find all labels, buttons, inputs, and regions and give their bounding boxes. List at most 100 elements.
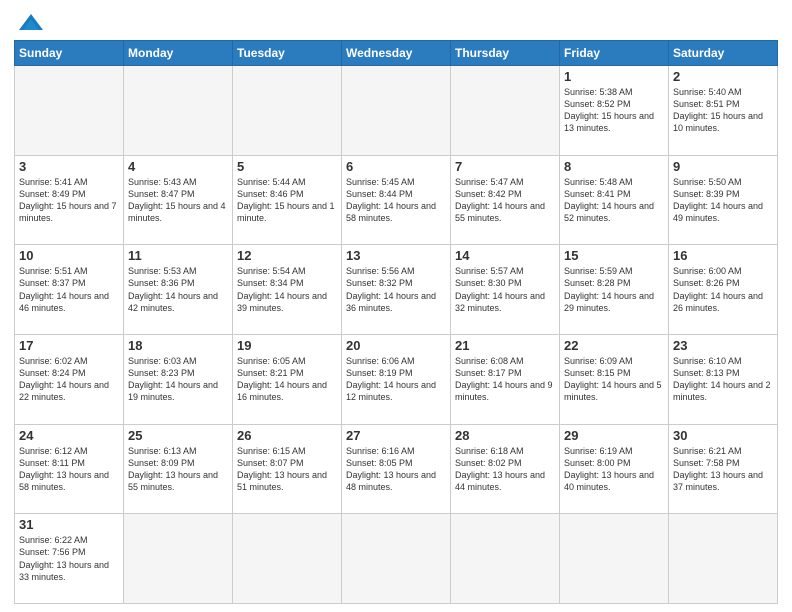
calendar-cell: 28Sunrise: 6:18 AM Sunset: 8:02 PM Dayli… <box>451 424 560 514</box>
weekday-header-tuesday: Tuesday <box>233 41 342 66</box>
calendar-cell: 3 Sunrise: 5:41 AM Sunset: 8:49 PM Daylig… <box>15 155 124 245</box>
day-info: Sunrise: 5:44 AM Sunset: 8:46 PM Dayligh… <box>237 176 337 225</box>
day-info: Sunrise: 5:43 AM Sunset: 8:47 PM Dayligh… <box>128 176 228 225</box>
day-number: 12 <box>237 248 337 263</box>
calendar-cell: 15 Sunrise: 5:59 AM Sunset: 8:28 PM Dayli… <box>560 245 669 335</box>
weekday-header-friday: Friday <box>560 41 669 66</box>
day-info: Sunrise: 6:03 AM Sunset: 8:23 PM Dayligh… <box>128 355 228 404</box>
day-info: Sunrise: 6:08 AM Sunset: 8:17 PM Dayligh… <box>455 355 555 404</box>
logo-icon <box>17 12 45 34</box>
calendar-cell: 22Sunrise: 6:09 AM Sunset: 8:15 PM Dayli… <box>560 334 669 424</box>
calendar-cell: 10 Sunrise: 5:51 AM Sunset: 8:37 PM Dayli… <box>15 245 124 335</box>
calendar-cell: 13 Sunrise: 5:56 AM Sunset: 8:32 PM Dayli… <box>342 245 451 335</box>
day-info: Sunrise: 6:05 AM Sunset: 8:21 PM Dayligh… <box>237 355 337 404</box>
day-number: 16 <box>673 248 773 263</box>
calendar-cell <box>669 514 778 604</box>
day-info: Sunrise: 5:41 AM Sunset: 8:49 PM Dayligh… <box>19 176 119 225</box>
day-info: Sunrise: 6:13 AM Sunset: 8:09 PM Dayligh… <box>128 445 228 494</box>
day-number: 11 <box>128 248 228 263</box>
calendar-cell: 18 Sunrise: 6:03 AM Sunset: 8:23 PM Dayli… <box>124 334 233 424</box>
day-number: 14 <box>455 248 555 263</box>
day-number: 1 <box>564 69 664 84</box>
day-number: 6 <box>346 159 446 174</box>
day-info: Sunrise: 5:57 AM Sunset: 8:30 PM Dayligh… <box>455 265 555 314</box>
calendar-cell <box>15 66 124 156</box>
calendar-cell <box>233 514 342 604</box>
day-info: Sunrise: 6:21 AM Sunset: 7:58 PM Dayligh… <box>673 445 773 494</box>
day-number: 25 <box>128 428 228 443</box>
weekday-header-wednesday: Wednesday <box>342 41 451 66</box>
day-number: 28 <box>455 428 555 443</box>
weekday-header-saturday: Saturday <box>669 41 778 66</box>
calendar-cell: 12 Sunrise: 5:54 AM Sunset: 8:34 PM Dayli… <box>233 245 342 335</box>
calendar-cell: 21 Sunrise: 6:08 AM Sunset: 8:17 PM Dayli… <box>451 334 560 424</box>
weekday-header-sunday: Sunday <box>15 41 124 66</box>
day-number: 15 <box>564 248 664 263</box>
day-info: Sunrise: 6:19 AM Sunset: 8:00 PM Dayligh… <box>564 445 664 494</box>
weekday-header-monday: Monday <box>124 41 233 66</box>
day-number: 4 <box>128 159 228 174</box>
day-info: Sunrise: 6:16 AM Sunset: 8:05 PM Dayligh… <box>346 445 446 494</box>
calendar-cell <box>451 514 560 604</box>
day-number: 10 <box>19 248 119 263</box>
day-number: 26 <box>237 428 337 443</box>
day-info: Sunrise: 6:22 AM Sunset: 7:56 PM Dayligh… <box>19 534 119 583</box>
day-info: Sunrise: 5:53 AM Sunset: 8:36 PM Dayligh… <box>128 265 228 314</box>
day-info: Sunrise: 6:06 AM Sunset: 8:19 PM Dayligh… <box>346 355 446 404</box>
day-number: 2 <box>673 69 773 84</box>
day-info: Sunrise: 5:51 AM Sunset: 8:37 PM Dayligh… <box>19 265 119 314</box>
calendar-cell: 5 Sunrise: 5:44 AM Sunset: 8:46 PM Daylig… <box>233 155 342 245</box>
day-info: Sunrise: 5:47 AM Sunset: 8:42 PM Dayligh… <box>455 176 555 225</box>
calendar-cell <box>451 66 560 156</box>
calendar-cell: 11 Sunrise: 5:53 AM Sunset: 8:36 PM Dayli… <box>124 245 233 335</box>
calendar-cell: 27 Sunrise: 6:16 AM Sunset: 8:05 PM Dayli… <box>342 424 451 514</box>
calendar-cell: 8Sunrise: 5:48 AM Sunset: 8:41 PM Daylig… <box>560 155 669 245</box>
day-info: Sunrise: 5:56 AM Sunset: 8:32 PM Dayligh… <box>346 265 446 314</box>
day-info: Sunrise: 6:15 AM Sunset: 8:07 PM Dayligh… <box>237 445 337 494</box>
day-number: 27 <box>346 428 446 443</box>
day-number: 22 <box>564 338 664 353</box>
calendar-cell: 20 Sunrise: 6:06 AM Sunset: 8:19 PM Dayli… <box>342 334 451 424</box>
day-number: 21 <box>455 338 555 353</box>
day-number: 24 <box>19 428 119 443</box>
calendar-cell <box>124 66 233 156</box>
weekday-header-row: SundayMondayTuesdayWednesdayThursdayFrid… <box>15 41 778 66</box>
day-number: 3 <box>19 159 119 174</box>
calendar-cell: 24 Sunrise: 6:12 AM Sunset: 8:11 PM Dayli… <box>15 424 124 514</box>
calendar-cell <box>342 66 451 156</box>
calendar-cell: 4 Sunrise: 5:43 AM Sunset: 8:47 PM Daylig… <box>124 155 233 245</box>
day-info: Sunrise: 5:54 AM Sunset: 8:34 PM Dayligh… <box>237 265 337 314</box>
calendar-cell: 7 Sunrise: 5:47 AM Sunset: 8:42 PM Daylig… <box>451 155 560 245</box>
day-info: Sunrise: 5:59 AM Sunset: 8:28 PM Dayligh… <box>564 265 664 314</box>
calendar-cell <box>560 514 669 604</box>
day-number: 13 <box>346 248 446 263</box>
calendar-cell: 29 Sunrise: 6:19 AM Sunset: 8:00 PM Dayli… <box>560 424 669 514</box>
day-number: 29 <box>564 428 664 443</box>
day-number: 19 <box>237 338 337 353</box>
calendar-cell: 19 Sunrise: 6:05 AM Sunset: 8:21 PM Dayli… <box>233 334 342 424</box>
day-number: 17 <box>19 338 119 353</box>
calendar-cell: 6 Sunrise: 5:45 AM Sunset: 8:44 PM Daylig… <box>342 155 451 245</box>
calendar-cell: 30Sunrise: 6:21 AM Sunset: 7:58 PM Dayli… <box>669 424 778 514</box>
day-info: Sunrise: 5:40 AM Sunset: 8:51 PM Dayligh… <box>673 86 773 135</box>
calendar-cell: 2 Sunrise: 5:40 AM Sunset: 8:51 PM Daylig… <box>669 66 778 156</box>
calendar-cell: 25 Sunrise: 6:13 AM Sunset: 8:09 PM Dayli… <box>124 424 233 514</box>
day-info: Sunrise: 5:50 AM Sunset: 8:39 PM Dayligh… <box>673 176 773 225</box>
logo-area <box>14 12 45 34</box>
calendar-cell: 26 Sunrise: 6:15 AM Sunset: 8:07 PM Dayli… <box>233 424 342 514</box>
day-info: Sunrise: 6:02 AM Sunset: 8:24 PM Dayligh… <box>19 355 119 404</box>
day-number: 5 <box>237 159 337 174</box>
day-info: Sunrise: 6:12 AM Sunset: 8:11 PM Dayligh… <box>19 445 119 494</box>
day-number: 9 <box>673 159 773 174</box>
calendar-cell <box>342 514 451 604</box>
day-number: 18 <box>128 338 228 353</box>
day-number: 7 <box>455 159 555 174</box>
day-number: 20 <box>346 338 446 353</box>
page-header <box>14 12 778 34</box>
day-info: Sunrise: 5:45 AM Sunset: 8:44 PM Dayligh… <box>346 176 446 225</box>
calendar-cell <box>124 514 233 604</box>
day-info: Sunrise: 5:48 AM Sunset: 8:41 PM Dayligh… <box>564 176 664 225</box>
calendar-cell: 9 Sunrise: 5:50 AM Sunset: 8:39 PM Daylig… <box>669 155 778 245</box>
calendar-cell: 1Sunrise: 5:38 AM Sunset: 8:52 PM Daylig… <box>560 66 669 156</box>
calendar-table: SundayMondayTuesdayWednesdayThursdayFrid… <box>14 40 778 604</box>
